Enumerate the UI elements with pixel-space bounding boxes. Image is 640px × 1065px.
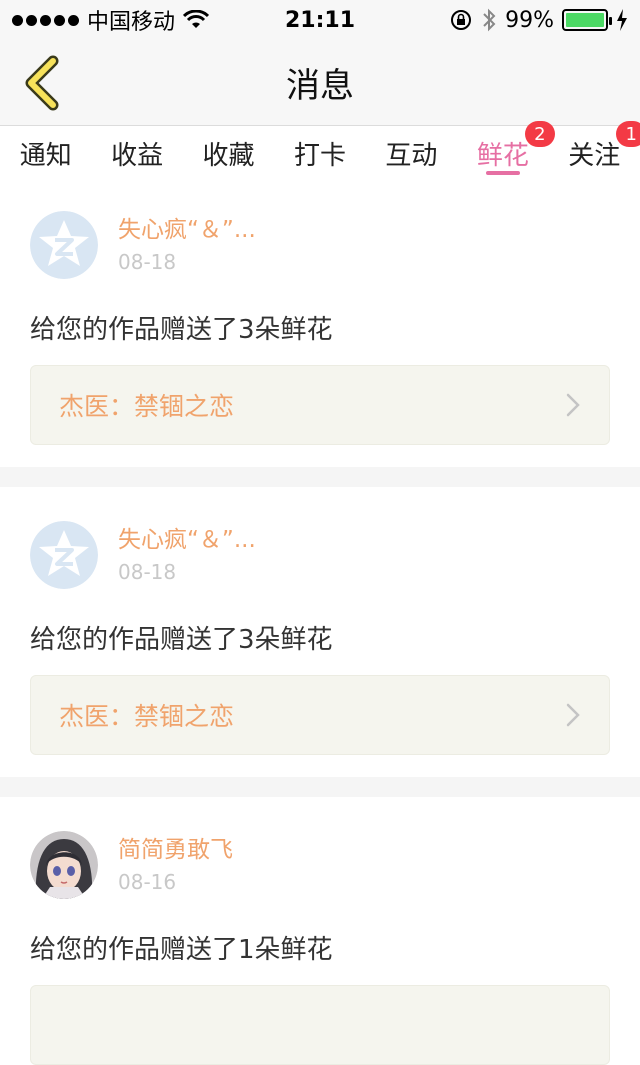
message-date: 08-16 bbox=[118, 870, 177, 894]
work-link[interactable] bbox=[30, 985, 610, 1065]
tab-notifications[interactable]: 通知 bbox=[20, 127, 72, 177]
work-link[interactable]: 杰医：禁锢之恋 bbox=[30, 365, 610, 445]
status-bar: 中国移动 21:11 99% bbox=[0, 0, 640, 40]
avatar[interactable] bbox=[30, 521, 98, 589]
wifi-icon bbox=[183, 10, 210, 28]
work-title: 杰医：禁锢之恋 bbox=[59, 392, 235, 421]
message-date: 08-18 bbox=[118, 560, 177, 584]
message-date: 08-18 bbox=[118, 250, 177, 274]
nav-bar: 消息 bbox=[0, 40, 640, 126]
default-avatar-icon bbox=[30, 211, 98, 279]
signal-strength-icon bbox=[12, 14, 79, 26]
tab-label: 收益 bbox=[111, 141, 164, 171]
battery-percent: 99% bbox=[505, 7, 554, 33]
bluetooth-icon bbox=[483, 8, 496, 32]
message-header: 失心疯“＆”... 08-18 bbox=[30, 487, 610, 589]
card-separator bbox=[0, 777, 640, 797]
back-button[interactable] bbox=[14, 54, 68, 112]
battery-icon bbox=[562, 9, 612, 31]
message-text: 给您的作品赠送了1朵鲜花 bbox=[30, 935, 333, 965]
chevron-left-icon bbox=[25, 55, 59, 111]
user-info: 失心疯“＆”... 08-18 bbox=[118, 216, 256, 274]
page-title: 消息 bbox=[286, 66, 354, 106]
message-list: 失心疯“＆”... 08-18 给您的作品赠送了3朵鲜花 杰医：禁锢之恋 失心疯… bbox=[0, 177, 640, 1065]
default-avatar-icon bbox=[30, 521, 98, 589]
username[interactable]: 失心疯“＆”... bbox=[118, 216, 256, 244]
work-link[interactable]: 杰医：禁锢之恋 bbox=[30, 675, 610, 755]
anime-girl-avatar-icon bbox=[30, 831, 98, 899]
message-card: 失心疯“＆”... 08-18 给您的作品赠送了3朵鲜花 杰医：禁锢之恋 bbox=[0, 487, 640, 777]
message-card: 失心疯“＆”... 08-18 给您的作品赠送了3朵鲜花 杰医：禁锢之恋 bbox=[0, 177, 640, 467]
tab-earnings[interactable]: 收益 bbox=[111, 127, 163, 177]
tab-label: 关注 bbox=[568, 141, 621, 171]
user-info: 失心疯“＆”... 08-18 bbox=[118, 526, 256, 584]
chevron-right-icon bbox=[566, 703, 580, 727]
message-header: 失心疯“＆”... 08-18 bbox=[30, 177, 610, 279]
rotation-lock-icon bbox=[451, 10, 472, 30]
status-left: 中国移动 bbox=[12, 4, 210, 36]
avatar[interactable] bbox=[30, 831, 98, 899]
tab-label: 打卡 bbox=[293, 141, 346, 171]
avatar[interactable] bbox=[30, 211, 98, 279]
username[interactable]: 简简勇敢飞 bbox=[118, 836, 233, 864]
carrier-name: 中国移动 bbox=[87, 10, 176, 35]
tab-label: 鲜花 bbox=[476, 141, 529, 171]
chevron-right-icon bbox=[566, 393, 580, 417]
username[interactable]: 失心疯“＆”... bbox=[118, 526, 256, 554]
card-separator bbox=[0, 467, 640, 487]
tab-flowers[interactable]: 鲜花 2 bbox=[476, 121, 555, 177]
tab-favorites[interactable]: 收藏 bbox=[203, 127, 255, 177]
tab-interactions[interactable]: 互动 bbox=[385, 127, 437, 177]
tab-checkin[interactable]: 打卡 bbox=[294, 127, 346, 177]
tab-follows[interactable]: 关注 1 bbox=[568, 121, 640, 177]
active-tab-indicator bbox=[485, 171, 520, 175]
charging-icon bbox=[617, 9, 627, 31]
unread-badge: 2 bbox=[524, 121, 555, 147]
tab-bar: 通知 收益 收藏 打卡 互动 鲜花 2 关注 1 bbox=[0, 121, 640, 177]
status-right: 99% bbox=[449, 7, 628, 33]
user-info: 简简勇敢飞 08-16 bbox=[118, 836, 233, 894]
unread-badge: 1 bbox=[616, 121, 640, 147]
message-header: 简简勇敢飞 08-16 bbox=[30, 797, 610, 899]
tab-label: 收藏 bbox=[202, 141, 255, 171]
tab-label: 互动 bbox=[385, 141, 438, 171]
message-text: 给您的作品赠送了3朵鲜花 bbox=[30, 625, 333, 655]
tab-label: 通知 bbox=[19, 141, 72, 171]
message-text: 给您的作品赠送了3朵鲜花 bbox=[30, 315, 333, 345]
work-title: 杰医：禁锢之恋 bbox=[59, 702, 235, 731]
message-card: 简简勇敢飞 08-16 给您的作品赠送了1朵鲜花 bbox=[0, 797, 640, 1065]
